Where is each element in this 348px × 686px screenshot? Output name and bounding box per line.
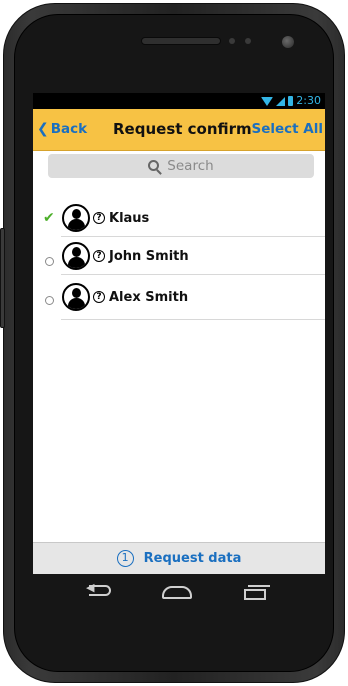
divider (61, 274, 325, 275)
status-icons: 2:30 (261, 94, 321, 108)
back-label: Back (50, 121, 88, 137)
avatar-icon (62, 242, 90, 270)
question-icon: ? (93, 291, 105, 303)
back-button[interactable]: ❮ Back (37, 121, 87, 137)
nav-back-icon[interactable]: ◀ (86, 581, 112, 597)
contact-name: Alex Smith (109, 290, 189, 305)
contact-row-alex-smith[interactable]: ? Alex Smith (33, 280, 325, 320)
sensor-dot (245, 38, 251, 44)
question-icon: ? (93, 250, 105, 262)
front-camera (282, 36, 294, 48)
request-data-button[interactable]: 1 Request data (33, 542, 325, 574)
page-title: Request confirm (113, 120, 252, 138)
nav-recent-icon[interactable] (244, 585, 270, 600)
contact-row-john-smith[interactable]: ? John Smith (33, 237, 325, 275)
question-icon: ? (93, 212, 105, 224)
volume-button (0, 228, 5, 328)
select-all-button[interactable]: Select All (251, 121, 323, 137)
search-placeholder: Search (167, 158, 214, 174)
screen: 2:30 ❮ Back Request confirm Select All S… (33, 93, 325, 574)
search-icon (148, 159, 160, 171)
signal-icon (276, 96, 286, 106)
earpiece-speaker (141, 37, 221, 45)
wifi-icon (261, 96, 274, 106)
avatar-icon (62, 204, 90, 232)
avatar-icon (62, 283, 90, 311)
contact-name: Klaus (109, 211, 150, 226)
check-icon[interactable]: ✔ (43, 210, 55, 226)
radio-icon[interactable] (45, 296, 54, 305)
radio-icon[interactable] (45, 257, 54, 266)
request-data-label: Request data (143, 551, 242, 566)
contact-name: John Smith (109, 249, 189, 264)
sensor-dot (229, 38, 235, 44)
back-chevron-icon: ❮ (37, 121, 49, 137)
status-time: 2:30 (296, 94, 321, 107)
status-bar: 2:30 (33, 93, 325, 109)
selected-count-badge: 1 (116, 550, 134, 567)
battery-icon (288, 96, 294, 106)
divider (61, 319, 325, 320)
search-input[interactable]: Search (48, 154, 314, 178)
nav-home-icon[interactable] (162, 586, 192, 599)
title-bar: ❮ Back Request confirm Select All (33, 109, 325, 151)
contact-row-klaus[interactable]: ✔ ? Klaus (33, 199, 325, 237)
